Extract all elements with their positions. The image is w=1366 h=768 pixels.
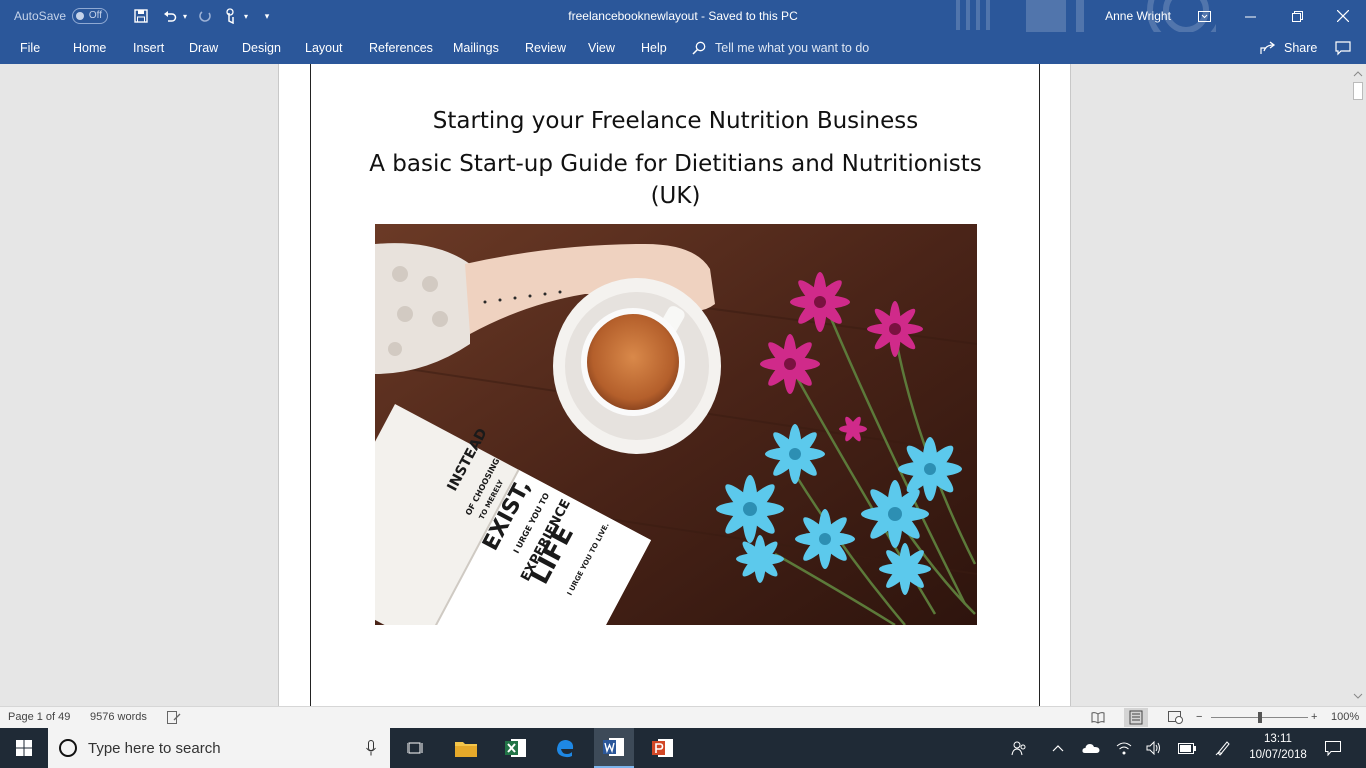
microphone-icon[interactable]	[360, 728, 382, 768]
title-bar: AutoSave Off ▾ ▾ ▾ freelancebooknewlayou…	[0, 0, 1366, 32]
taskbar-search-box[interactable]: Type here to search	[48, 728, 390, 768]
save-icon[interactable]	[131, 0, 151, 32]
onedrive-icon[interactable]	[1080, 728, 1102, 768]
user-name[interactable]: Anne Wright	[1098, 0, 1178, 32]
minimize-icon[interactable]	[1236, 0, 1264, 32]
autosave-toggle[interactable]: AutoSave Off	[14, 0, 109, 32]
close-icon[interactable]	[1329, 0, 1357, 32]
customize-qat-icon[interactable]: ▾	[260, 0, 274, 32]
word-count[interactable]: 9576 words	[90, 707, 147, 729]
tab-layout[interactable]: Layout	[305, 32, 343, 64]
people-icon[interactable]	[1008, 728, 1030, 768]
volume-icon[interactable]	[1144, 728, 1164, 768]
taskbar-clock[interactable]: 13:11 10/07/2018	[1244, 731, 1312, 763]
share-button[interactable]: Share	[1284, 32, 1317, 64]
page-count[interactable]: Page 1 of 49	[8, 707, 70, 729]
powerpoint-icon[interactable]	[643, 728, 683, 768]
start-icon[interactable]	[0, 728, 48, 768]
show-hidden-icons-icon[interactable]	[1048, 728, 1068, 768]
zoom-level[interactable]: 100%	[1331, 707, 1359, 729]
read-mode-icon[interactable]	[1091, 711, 1105, 725]
battery-icon[interactable]	[1176, 728, 1198, 768]
scroll-thumb[interactable]	[1353, 82, 1363, 100]
zoom-in-button[interactable]: +	[1311, 707, 1317, 729]
autosave-label: AutoSave	[14, 9, 67, 23]
task-view-icon[interactable]	[396, 728, 436, 768]
document-heading[interactable]: Starting your Freelance Nutrition Busine…	[279, 108, 1072, 134]
undo-dropdown-icon[interactable]: ▾	[180, 0, 190, 32]
wifi-icon[interactable]	[1114, 728, 1134, 768]
tab-mailings[interactable]: Mailings	[453, 32, 499, 64]
cover-photo[interactable]: INSTEAD OF CHOOSING TO MERELY EXIST, I U…	[375, 224, 977, 625]
ribbon-display-options-icon[interactable]	[1190, 0, 1218, 32]
windows-taskbar: Type here to search 13:11 10/07/2018	[0, 728, 1366, 768]
tab-view[interactable]: View	[588, 32, 615, 64]
taskbar-search-placeholder: Type here to search	[88, 739, 221, 757]
search-icon	[692, 41, 706, 55]
zoom-slider-thumb[interactable]	[1258, 712, 1262, 723]
clock-time: 13:11	[1264, 733, 1292, 745]
undo-icon[interactable]	[160, 0, 180, 32]
touch-mode-icon[interactable]	[220, 0, 240, 32]
tell-me-input[interactable]: Tell me what you want to do	[715, 32, 869, 64]
excel-icon[interactable]	[496, 728, 536, 768]
file-explorer-icon[interactable]	[446, 728, 486, 768]
pen-workspace-icon[interactable]	[1212, 728, 1234, 768]
clock-date: 10/07/2018	[1249, 749, 1307, 761]
web-layout-icon[interactable]	[1168, 711, 1183, 725]
proofing-icon[interactable]	[167, 711, 181, 725]
action-center-icon[interactable]	[1322, 728, 1344, 768]
tab-help[interactable]: Help	[641, 32, 667, 64]
document-subtitle-line-2[interactable]: (UK)	[279, 183, 1072, 209]
edge-browser-icon[interactable]	[545, 728, 585, 768]
vertical-scrollbar[interactable]	[1350, 64, 1366, 706]
comments-icon[interactable]	[1335, 41, 1351, 57]
tab-review[interactable]: Review	[525, 32, 566, 64]
status-bar: Page 1 of 49 9576 words − + 100%	[0, 706, 1366, 728]
print-layout-icon[interactable]	[1124, 708, 1148, 727]
zoom-out-button[interactable]: −	[1196, 707, 1202, 729]
cover-photo-illustration: INSTEAD OF CHOOSING TO MERELY EXIST, I U…	[375, 224, 977, 625]
scroll-up-icon[interactable]	[1350, 66, 1366, 82]
touch-mode-dropdown-icon[interactable]: ▾	[241, 0, 251, 32]
cortana-icon	[56, 728, 80, 768]
ribbon-tabs: File Home Insert Draw Design Layout Refe…	[0, 32, 1366, 64]
word-taskbar-icon[interactable]	[594, 728, 634, 768]
tab-home[interactable]: Home	[73, 32, 106, 64]
redo-icon[interactable]	[195, 0, 215, 32]
restore-icon[interactable]	[1283, 0, 1311, 32]
tab-design[interactable]: Design	[242, 32, 281, 64]
document-subtitle-line-1[interactable]: A basic Start-up Guide for Dietitians an…	[279, 151, 1072, 177]
document-canvas[interactable]: Starting your Freelance Nutrition Busine…	[0, 64, 1350, 706]
tab-draw[interactable]: Draw	[189, 32, 218, 64]
autosave-switch[interactable]: Off	[72, 8, 109, 24]
tab-insert[interactable]: Insert	[133, 32, 164, 64]
tab-file[interactable]: File	[20, 32, 40, 64]
autosave-state: Off	[88, 10, 103, 21]
share-icon[interactable]	[1260, 41, 1276, 55]
scroll-down-icon[interactable]	[1350, 688, 1366, 704]
document-page[interactable]: Starting your Freelance Nutrition Busine…	[278, 64, 1071, 706]
tab-references[interactable]: References	[369, 32, 433, 64]
